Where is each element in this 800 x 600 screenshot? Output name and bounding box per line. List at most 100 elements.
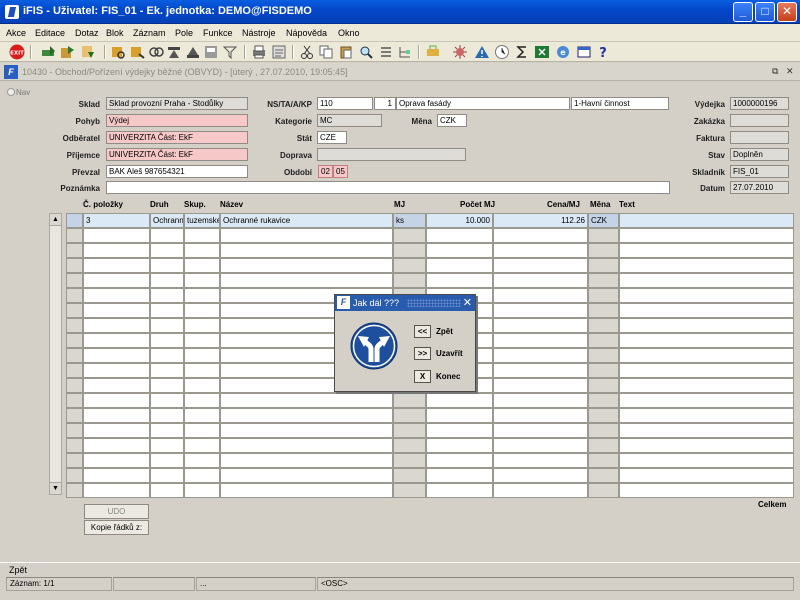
cell-pocet-mj[interactable] [426,393,493,408]
ta-field[interactable]: 1 [374,97,396,110]
cell-row-selector[interactable] [66,438,83,453]
cell-cislo-polozky[interactable] [83,318,150,333]
cell-mena[interactable]: CZK [588,213,619,228]
restore-form-icon[interactable]: ⧉ [772,66,778,77]
first-record-icon[interactable] [166,44,182,60]
cell-skup[interactable] [184,303,220,318]
cell-pocet-mj[interactable] [426,438,493,453]
menu-zaznam[interactable]: Záznam [133,28,166,38]
dialog-close-icon[interactable]: ✕ [463,296,472,309]
cell-mj[interactable] [393,408,426,423]
cell-mena[interactable] [588,258,619,273]
cell-skup[interactable] [184,288,220,303]
cell-text[interactable] [619,408,794,423]
cell-cena-mj[interactable] [493,408,588,423]
cell-row-selector[interactable] [66,318,83,333]
cell-skup[interactable] [184,318,220,333]
cell-cislo-polozky[interactable] [83,438,150,453]
cell-text[interactable] [619,303,794,318]
cell-row-selector[interactable] [66,213,83,228]
find-icon[interactable] [110,44,126,60]
export-icon[interactable] [271,44,287,60]
table-row[interactable] [66,393,794,408]
uzavrit-button[interactable]: >> [414,347,431,360]
cell-skup[interactable] [184,273,220,288]
cell-text[interactable] [619,333,794,348]
cell-text[interactable] [619,453,794,468]
poznamka-field[interactable] [106,181,670,194]
cell-row-selector[interactable] [66,243,83,258]
cell-row-selector[interactable] [66,468,83,483]
stat-field[interactable]: CZE [317,131,347,144]
cell-nazev[interactable] [220,393,393,408]
cell-skup[interactable] [184,453,220,468]
cell-druh[interactable] [150,288,184,303]
cell-cislo-polozky[interactable] [83,393,150,408]
cell-nazev[interactable] [220,243,393,258]
cell-cena-mj[interactable] [493,438,588,453]
table-row[interactable] [66,273,794,288]
list-icon[interactable] [378,44,394,60]
cell-row-selector[interactable] [66,288,83,303]
cell-cena-mj[interactable] [493,348,588,363]
menu-blok[interactable]: Blok [106,28,124,38]
cell-nazev[interactable] [220,483,393,498]
cell-row-selector[interactable] [66,333,83,348]
menu-pole[interactable]: Pole [175,28,193,38]
cell-pocet-mj[interactable] [426,483,493,498]
cell-mj[interactable] [393,393,426,408]
cell-druh[interactable] [150,423,184,438]
cell-mena[interactable] [588,393,619,408]
menu-nastroje[interactable]: Nástroje [242,28,276,38]
cell-mj[interactable] [393,483,426,498]
table-row[interactable] [66,243,794,258]
cell-mj[interactable] [393,438,426,453]
cell-druh[interactable] [150,378,184,393]
cell-mj[interactable] [393,423,426,438]
menu-akce[interactable]: Akce [6,28,26,38]
cell-cena-mj[interactable] [493,273,588,288]
cell-druh[interactable] [150,243,184,258]
cell-row-selector[interactable] [66,363,83,378]
filter-icon[interactable] [222,44,238,60]
cell-mena[interactable] [588,363,619,378]
pohyb-field[interactable]: Výdej [106,114,248,127]
cell-cislo-polozky[interactable] [83,468,150,483]
cell-cena-mj[interactable] [493,363,588,378]
cell-skup[interactable]: tuzemské [184,213,220,228]
datum-field[interactable]: 27.07.2010 [730,181,789,194]
cell-cislo-polozky[interactable]: 3 [83,213,150,228]
cell-mena[interactable] [588,348,619,363]
table-row[interactable] [66,423,794,438]
zpet-button[interactable]: << [414,325,431,338]
cell-cislo-polozky[interactable] [83,258,150,273]
download-icon[interactable] [80,44,96,60]
cell-cena-mj[interactable] [493,378,588,393]
akce-field[interactable]: Oprava fasády [396,97,570,110]
cell-pocet-mj[interactable] [426,408,493,423]
cell-cislo-polozky[interactable] [83,303,150,318]
cell-pocet-mj[interactable] [426,228,493,243]
close-form-icon[interactable]: ✕ [786,66,794,77]
cell-nazev[interactable] [220,258,393,273]
cell-druh[interactable] [150,273,184,288]
cell-nazev[interactable] [220,408,393,423]
udo-button[interactable]: UDO [84,504,149,519]
cell-druh[interactable] [150,333,184,348]
last-record-icon[interactable] [185,44,201,60]
cell-row-selector[interactable] [66,273,83,288]
cell-cislo-polozky[interactable] [83,243,150,258]
cell-cena-mj[interactable] [493,318,588,333]
cell-skup[interactable] [184,408,220,423]
prevzal-field[interactable]: BAK Aleš 987654321 [106,165,248,178]
cell-cena-mj[interactable] [493,483,588,498]
table-row[interactable] [66,258,794,273]
vydejka-field[interactable]: 1000000196 [730,97,789,110]
cell-pocet-mj[interactable]: 10.000 [426,213,493,228]
cut-icon[interactable] [299,44,315,60]
cell-nazev[interactable] [220,423,393,438]
cell-druh[interactable] [150,468,184,483]
cell-cena-mj[interactable] [493,228,588,243]
cell-row-selector[interactable] [66,423,83,438]
cell-row-selector[interactable] [66,393,83,408]
